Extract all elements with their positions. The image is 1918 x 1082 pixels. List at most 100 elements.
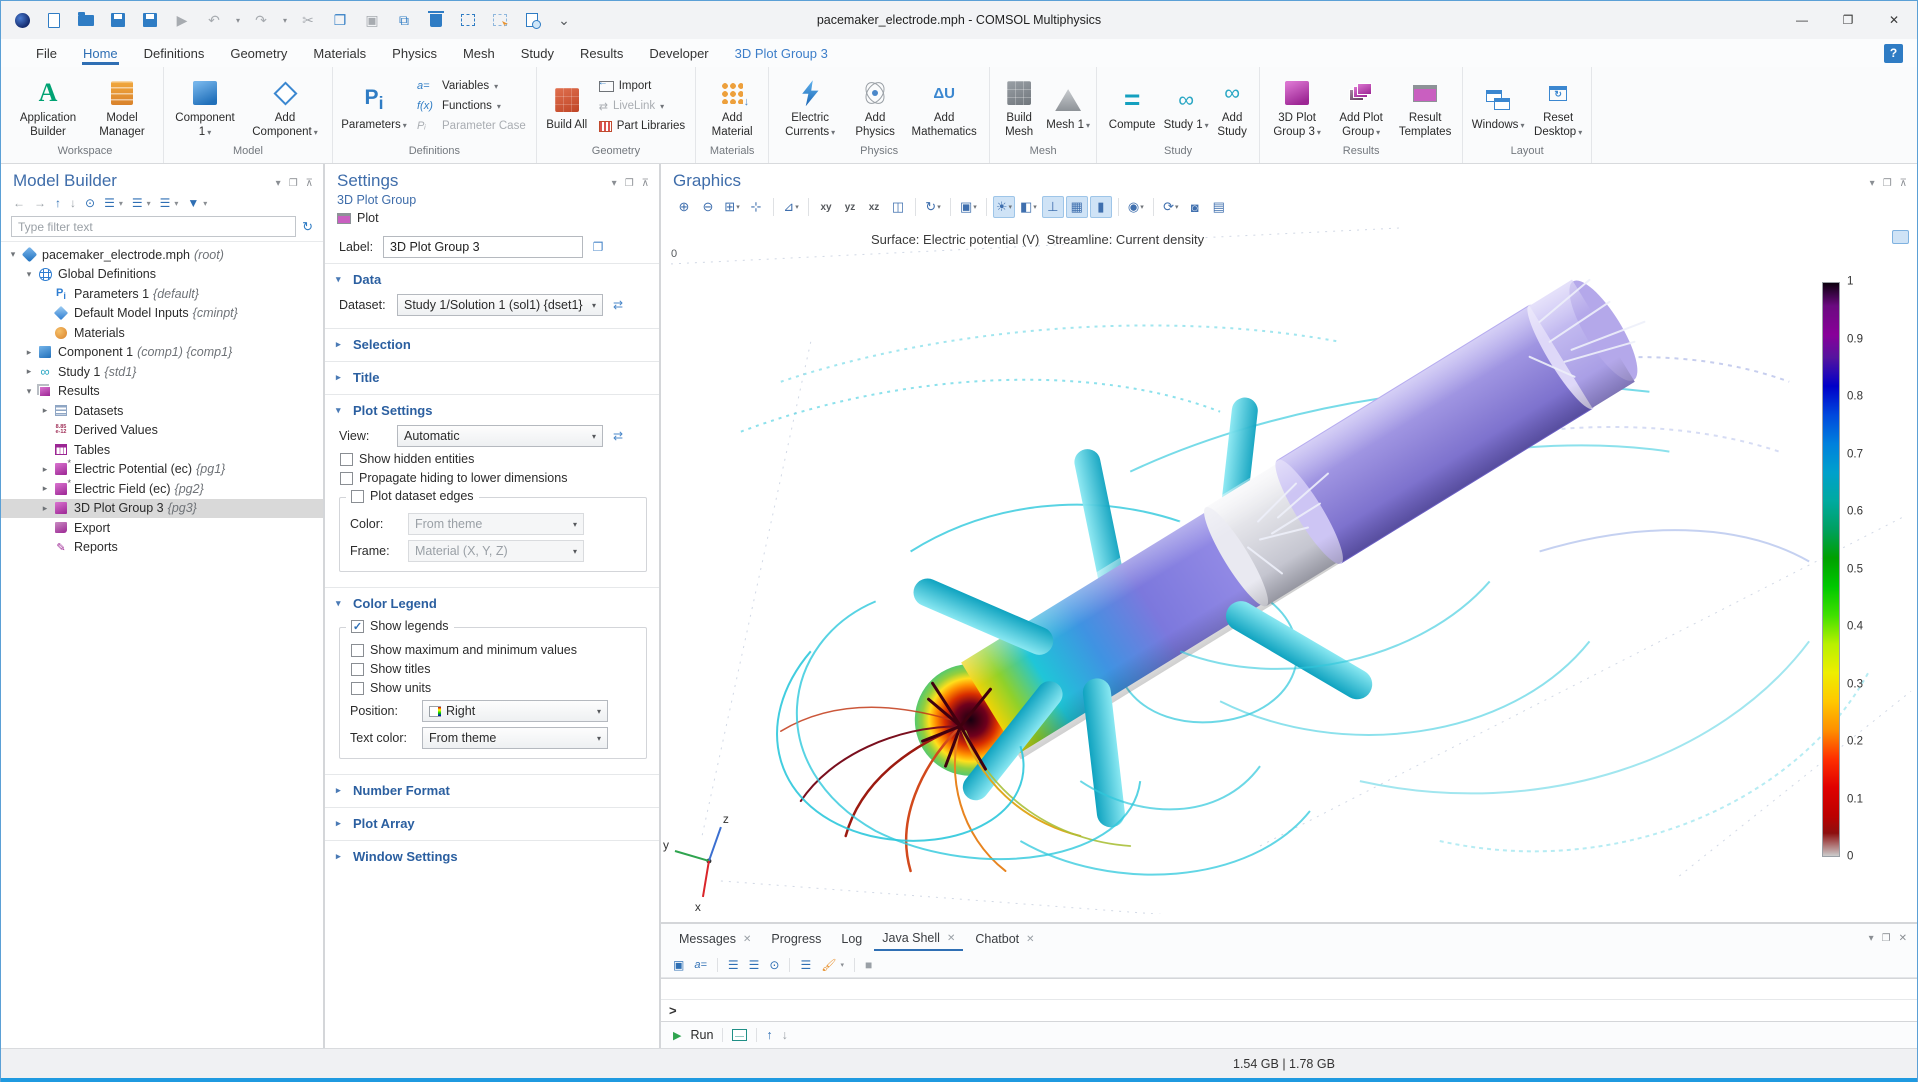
copy-icon[interactable]: ❐ (329, 9, 351, 31)
go-to-view-icon[interactable]: ⇄ (607, 425, 629, 447)
tab-log[interactable]: Log (833, 927, 870, 950)
show-axis-orientation-icon[interactable]: ⊥ (1042, 196, 1064, 218)
tree-item-parameters[interactable]: Pi Parameters 1{default} (1, 284, 323, 304)
add-plot-group-button[interactable]: Add Plot Group▾ (1330, 72, 1392, 140)
close-panel-icon[interactable]: ✕ (1899, 933, 1907, 944)
orthographic-projection-icon[interactable]: ◫ (887, 196, 909, 218)
part-libraries-button[interactable]: Part Libraries (599, 118, 685, 134)
parameters-button[interactable]: Pi Parameters▾ (337, 79, 411, 133)
add-study-button[interactable]: ∞ Add Study (1209, 72, 1255, 140)
add-component-button[interactable]: Add Component▾ (242, 72, 328, 140)
previous-command-icon[interactable]: ↑ (766, 1028, 772, 1042)
plot-image-icon[interactable] (1892, 230, 1909, 244)
expand-icon[interactable]: ▸ (39, 483, 51, 494)
show-grid-icon[interactable]: ▦ (1066, 196, 1088, 218)
graphics-canvas[interactable]: z y x Surface: Electric potential (V) St… (661, 222, 1917, 922)
tab-java-shell[interactable]: Java Shell✕ (874, 926, 963, 951)
tree-item-root[interactable]: ▾ pacemaker_electrode.mph(root) (1, 245, 323, 265)
mesh-1-button[interactable]: Mesh 1▾ (1044, 79, 1092, 133)
result-templates-button[interactable]: Result Templates (1392, 72, 1458, 140)
show-titles-checkbox[interactable]: Show titles (351, 662, 626, 676)
scene-light-icon[interactable]: ☀▾ (993, 196, 1015, 218)
functions-button[interactable]: f(x) Functions▾ (417, 98, 526, 114)
open-file-icon[interactable] (75, 9, 97, 31)
selection-appearance-icon[interactable]: ◉▾ (1125, 196, 1147, 218)
section-plot-array[interactable]: ▸Plot Array (325, 814, 659, 833)
study-1-button[interactable]: ∞ Study 1▾ (1163, 79, 1209, 133)
refresh-icon[interactable]: ↻ (302, 219, 313, 235)
tree-item-electric-potential[interactable]: ▸ Electric Potential (ec){pg1} (1, 460, 323, 480)
tab-definitions[interactable]: Definitions (143, 42, 206, 65)
plot-group-label-input[interactable] (383, 236, 583, 258)
application-builder-button[interactable]: A Application Builder (11, 72, 85, 140)
section-window-settings[interactable]: ▸Window Settings (325, 847, 659, 866)
show-max-min-checkbox[interactable]: Show maximum and minimum values (351, 643, 626, 657)
next-command-icon[interactable]: ↓ (782, 1028, 788, 1042)
variables-view-icon[interactable]: a= (694, 959, 707, 971)
model-manager-button[interactable]: Model Manager (85, 72, 159, 140)
frame-select[interactable]: Material (X, Y, Z)▾ (408, 540, 584, 562)
expand-icon[interactable]: ▾ (23, 386, 35, 397)
tree-item-study-1[interactable]: ▸ ∞ Study 1{std1} (1, 362, 323, 382)
import-button[interactable]: Import (599, 78, 685, 94)
show-legends-checkbox[interactable]: ✓Show legends (346, 619, 454, 633)
view-xy-icon[interactable]: xy (815, 196, 837, 218)
section-plot-settings[interactable]: ▾Plot Settings (325, 401, 659, 420)
section-number-format[interactable]: ▸Number Format (325, 781, 659, 800)
filter-icon[interactable]: ▼ (187, 196, 199, 210)
plot-button[interactable]: Plot (325, 207, 659, 231)
show-icon[interactable]: ⊙ (85, 196, 95, 210)
image-settings-icon[interactable]: ▣▾ (957, 196, 980, 218)
tree-filter-input[interactable] (11, 216, 296, 237)
paste-icon[interactable]: ▣ (361, 9, 383, 31)
back-icon[interactable]: ← (13, 196, 25, 210)
java-shell-console[interactable]: > (661, 978, 1917, 1022)
expand-icon[interactable]: ▾ (7, 249, 19, 260)
tab-file[interactable]: File (35, 42, 58, 65)
component-1-button[interactable]: Component 1▾ (168, 72, 242, 140)
undo-icon[interactable]: ↶ (203, 9, 225, 31)
add-mathematics-button[interactable]: ΔU Add Mathematics (903, 72, 985, 140)
save-as-icon[interactable] (139, 9, 161, 31)
zoom-in-icon[interactable]: ⊕ (673, 196, 695, 218)
build-mesh-button[interactable]: Build Mesh (994, 72, 1044, 140)
tree-item-results[interactable]: ▾ Results (1, 382, 323, 402)
legend-text-color-select[interactable]: From theme▾ (422, 727, 608, 749)
tab-geometry[interactable]: Geometry (229, 42, 288, 65)
panel-menu-icon[interactable]: ▾ (1870, 178, 1875, 189)
redo-dropdown-icon[interactable]: ▾ (283, 16, 287, 25)
expand-output-icon[interactable]: ☰ (749, 958, 760, 972)
section-selection[interactable]: ▸Selection (325, 335, 659, 354)
tab-messages[interactable]: Messages✕ (671, 927, 759, 950)
help-button[interactable]: ? (1884, 44, 1903, 63)
expand-icon[interactable]: ▾ (23, 269, 35, 280)
run-icon[interactable]: ▶ (171, 9, 193, 31)
zoom-extents-icon[interactable]: ⊹ (745, 196, 767, 218)
section-color-legend[interactable]: ▾Color Legend (325, 594, 659, 613)
redo-icon[interactable]: ↷ (250, 9, 272, 31)
tab-3d-plot-group-3[interactable]: 3D Plot Group 3 (734, 42, 829, 65)
panel-menu-icon[interactable]: ▾ (612, 178, 617, 189)
show-hidden-entities-checkbox[interactable]: Show hidden entities (340, 452, 647, 466)
livelink-button[interactable]: ⇄ LiveLink▾ (599, 98, 685, 114)
tree-item-3d-plot-group-3[interactable]: ▸ 3D Plot Group 3{pg3} (1, 499, 323, 519)
new-file-icon[interactable] (43, 9, 65, 31)
float-panel-icon[interactable]: ❐ (289, 178, 298, 189)
model-tree-nodes-icon[interactable]: ☰ (160, 196, 171, 210)
stop-icon[interactable]: ■ (865, 958, 872, 972)
float-panel-icon[interactable]: ❐ (625, 178, 634, 189)
pin-panel-icon[interactable]: ⊼ (642, 178, 649, 189)
tree-item-reports[interactable]: ✎ Reports (1, 538, 323, 558)
clear-shell-icon[interactable]: 🖌 (821, 958, 836, 972)
tab-physics[interactable]: Physics (391, 42, 438, 65)
tree-item-materials[interactable]: Materials (1, 323, 323, 343)
transparency-icon[interactable]: ◧▾ (1017, 196, 1040, 218)
expand-icon[interactable]: ▸ (23, 366, 35, 377)
tree-item-component-1[interactable]: ▸ Component 1(comp1) {comp1} (1, 343, 323, 363)
show-code-icon[interactable] (732, 1029, 747, 1041)
tab-results[interactable]: Results (579, 42, 624, 65)
tree-item-datasets[interactable]: ▸ Datasets (1, 401, 323, 421)
panel-menu-icon[interactable]: ▾ (1869, 933, 1874, 944)
variables-button[interactable]: a= Variables▾ (417, 78, 526, 94)
build-all-button[interactable]: Build All (541, 79, 593, 133)
